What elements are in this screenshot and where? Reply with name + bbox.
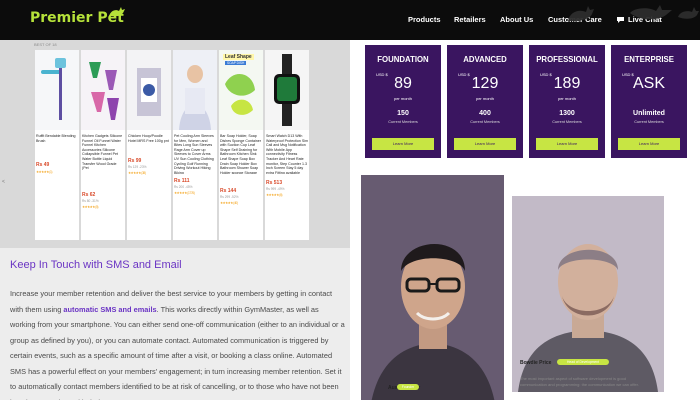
- product-rating: ★★★★★ (38): [128, 171, 146, 175]
- plan-members-label: Current Members: [634, 120, 664, 124]
- product-image: [265, 50, 309, 130]
- plan-card-advanced: ADVANCED USD $ 129 per month 400 Current…: [447, 45, 523, 158]
- product-rating: ★★★★★ (6): [266, 193, 283, 197]
- product-price: Rs 99: [128, 158, 142, 164]
- leaf-shape-label: Leaf Shape: [223, 54, 254, 60]
- plan-card-enterprise: ENTERPRISE USD $ ASK Unlimited Current M…: [611, 45, 687, 158]
- plan-members: 400: [479, 110, 491, 117]
- plan-name: FOUNDATION: [377, 55, 429, 64]
- product-image: Leaf Shape SOAP DISH: [219, 50, 263, 130]
- product-rating: ★★★★★ (1776): [174, 191, 195, 195]
- product-rating: ★★★★★ (5): [82, 205, 99, 209]
- plan-members: Unlimited: [633, 110, 665, 117]
- nav-retailers[interactable]: Retailers: [454, 15, 486, 24]
- product-price: Rs 62: [82, 192, 96, 198]
- product-old-price: Rs 200 -45%: [174, 185, 193, 189]
- sms-email-section: Keep In Touch with SMS and Email Increas…: [0, 248, 350, 400]
- page: Premier Pet Products Retailers About Us …: [0, 0, 700, 400]
- team-role-badge: Head of Development: [557, 359, 609, 365]
- plan-period: per month: [393, 96, 412, 101]
- plan-members-label: Current Members: [552, 120, 582, 124]
- product-card[interactable]: Smart Watch D13 With Waterproof Protecti…: [265, 50, 309, 240]
- plan-price: 89: [394, 75, 412, 92]
- product-image: [127, 50, 171, 130]
- plan-learn-more-button[interactable]: Learn More: [618, 138, 680, 150]
- nav-products[interactable]: Products: [408, 15, 441, 24]
- product-price: Rs 111: [174, 178, 190, 184]
- site-header: Premier Pet Products Retailers About Us …: [0, 0, 700, 40]
- plan-learn-more-button[interactable]: Learn More: [536, 138, 598, 150]
- plan-members: 1300: [559, 110, 575, 117]
- plan-card-professional: PROFESSIONAL USD $ 189 per month 1300 Cu…: [529, 45, 605, 158]
- plan-members: 150: [397, 110, 409, 117]
- plan-members-label: Current Members: [470, 120, 500, 124]
- product-title: Bar Soap Holder, Soap Dishes Sponge Cont…: [220, 134, 261, 174]
- scroll-left-arrow[interactable]: <: [2, 179, 5, 185]
- product-rating: ★★★★★ (40): [220, 201, 238, 205]
- product-rating: ★★★★★ (1): [36, 170, 53, 174]
- product-old-price: Rs 299 -52%: [220, 195, 239, 199]
- product-image: [35, 50, 79, 130]
- plan-name: ADVANCED: [463, 55, 507, 64]
- left-panel: BEST OF 18 < Ruffit Bendable Blending Br…: [0, 40, 350, 400]
- plan-learn-more-button[interactable]: Learn More: [454, 138, 516, 150]
- plan-price: 129: [471, 75, 499, 92]
- product-old-price: Rs 999 -49%: [266, 187, 285, 191]
- team-name-bowdie: Bowdie Price: [520, 360, 552, 366]
- product-strip: BEST OF 18 < Ruffit Bendable Blending Br…: [0, 40, 350, 248]
- team-role-badge: Founder: [397, 384, 419, 390]
- plan-learn-more-button[interactable]: Learn More: [372, 138, 434, 150]
- product-title: Smart Watch D13 With Waterproof Protecti…: [266, 134, 308, 174]
- plan-period: per month: [557, 96, 576, 101]
- product-card[interactable]: Pet Cooling Arm Sleeves for Men, Women a…: [173, 50, 217, 240]
- sms-heading: Keep In Touch with SMS and Email: [10, 259, 182, 271]
- nav-about-us[interactable]: About Us: [500, 15, 533, 24]
- plan-members-label: Current Members: [388, 120, 418, 124]
- right-panel: FOUNDATION USD $ 89 per month 150 Curren…: [350, 40, 700, 400]
- plan-card-foundation: FOUNDATION USD $ 89 per month 150 Curren…: [365, 45, 441, 158]
- product-price: Rs 144: [220, 188, 237, 194]
- product-old-price: Rs 129 -23%: [128, 165, 147, 169]
- plan-name: ENTERPRISE: [624, 55, 674, 64]
- sms-body-part2: . This works directly within GymMaster, …: [10, 304, 345, 400]
- team-bio-bowdie: The most important aspect of software de…: [520, 376, 639, 387]
- team-photo-austin: [361, 175, 504, 400]
- product-old-price: Rs 80 -31%: [82, 199, 99, 203]
- plan-price: 189: [553, 75, 581, 92]
- sms-body: Increase your member retention and deliv…: [10, 286, 346, 400]
- product-card[interactable]: Leaf Shape SOAP DISH Bar Soap Holder, So…: [219, 50, 263, 240]
- plan-name: PROFESSIONAL: [536, 55, 598, 64]
- product-title: Ruffit Bendable Blending Brush: [36, 134, 76, 143]
- product-price: Rs 49: [36, 162, 50, 168]
- product-title: Pet Cooling Arm Sleeves for Men, Women a…: [174, 134, 214, 174]
- product-card[interactable]: Kitchen Gadgets Silicone Funnel Oil Funn…: [81, 50, 125, 240]
- product-strip-label: BEST OF 18: [34, 42, 57, 47]
- product-image: [173, 50, 217, 130]
- automatic-sms-link[interactable]: automatic SMS and emails: [63, 305, 156, 314]
- pet-silhouette-icon: [568, 5, 699, 22]
- product-image: [81, 50, 125, 130]
- cat-logo-icon: [109, 7, 125, 17]
- product-title: Kitchen Gadgets Silicone Funnel Oil Funn…: [82, 134, 123, 171]
- plan-period: per month: [475, 96, 494, 101]
- product-card[interactable]: Chicken Hoop/Poodle Hotel MRS Free 100g …: [127, 50, 171, 240]
- plan-price: ASK: [632, 75, 665, 92]
- soap-dish-label: SOAP DISH: [225, 61, 247, 65]
- product-price: Rs 513: [266, 180, 283, 186]
- product-card[interactable]: Ruffit Bendable Blending Brush Rs 49 ★★★…: [35, 50, 79, 240]
